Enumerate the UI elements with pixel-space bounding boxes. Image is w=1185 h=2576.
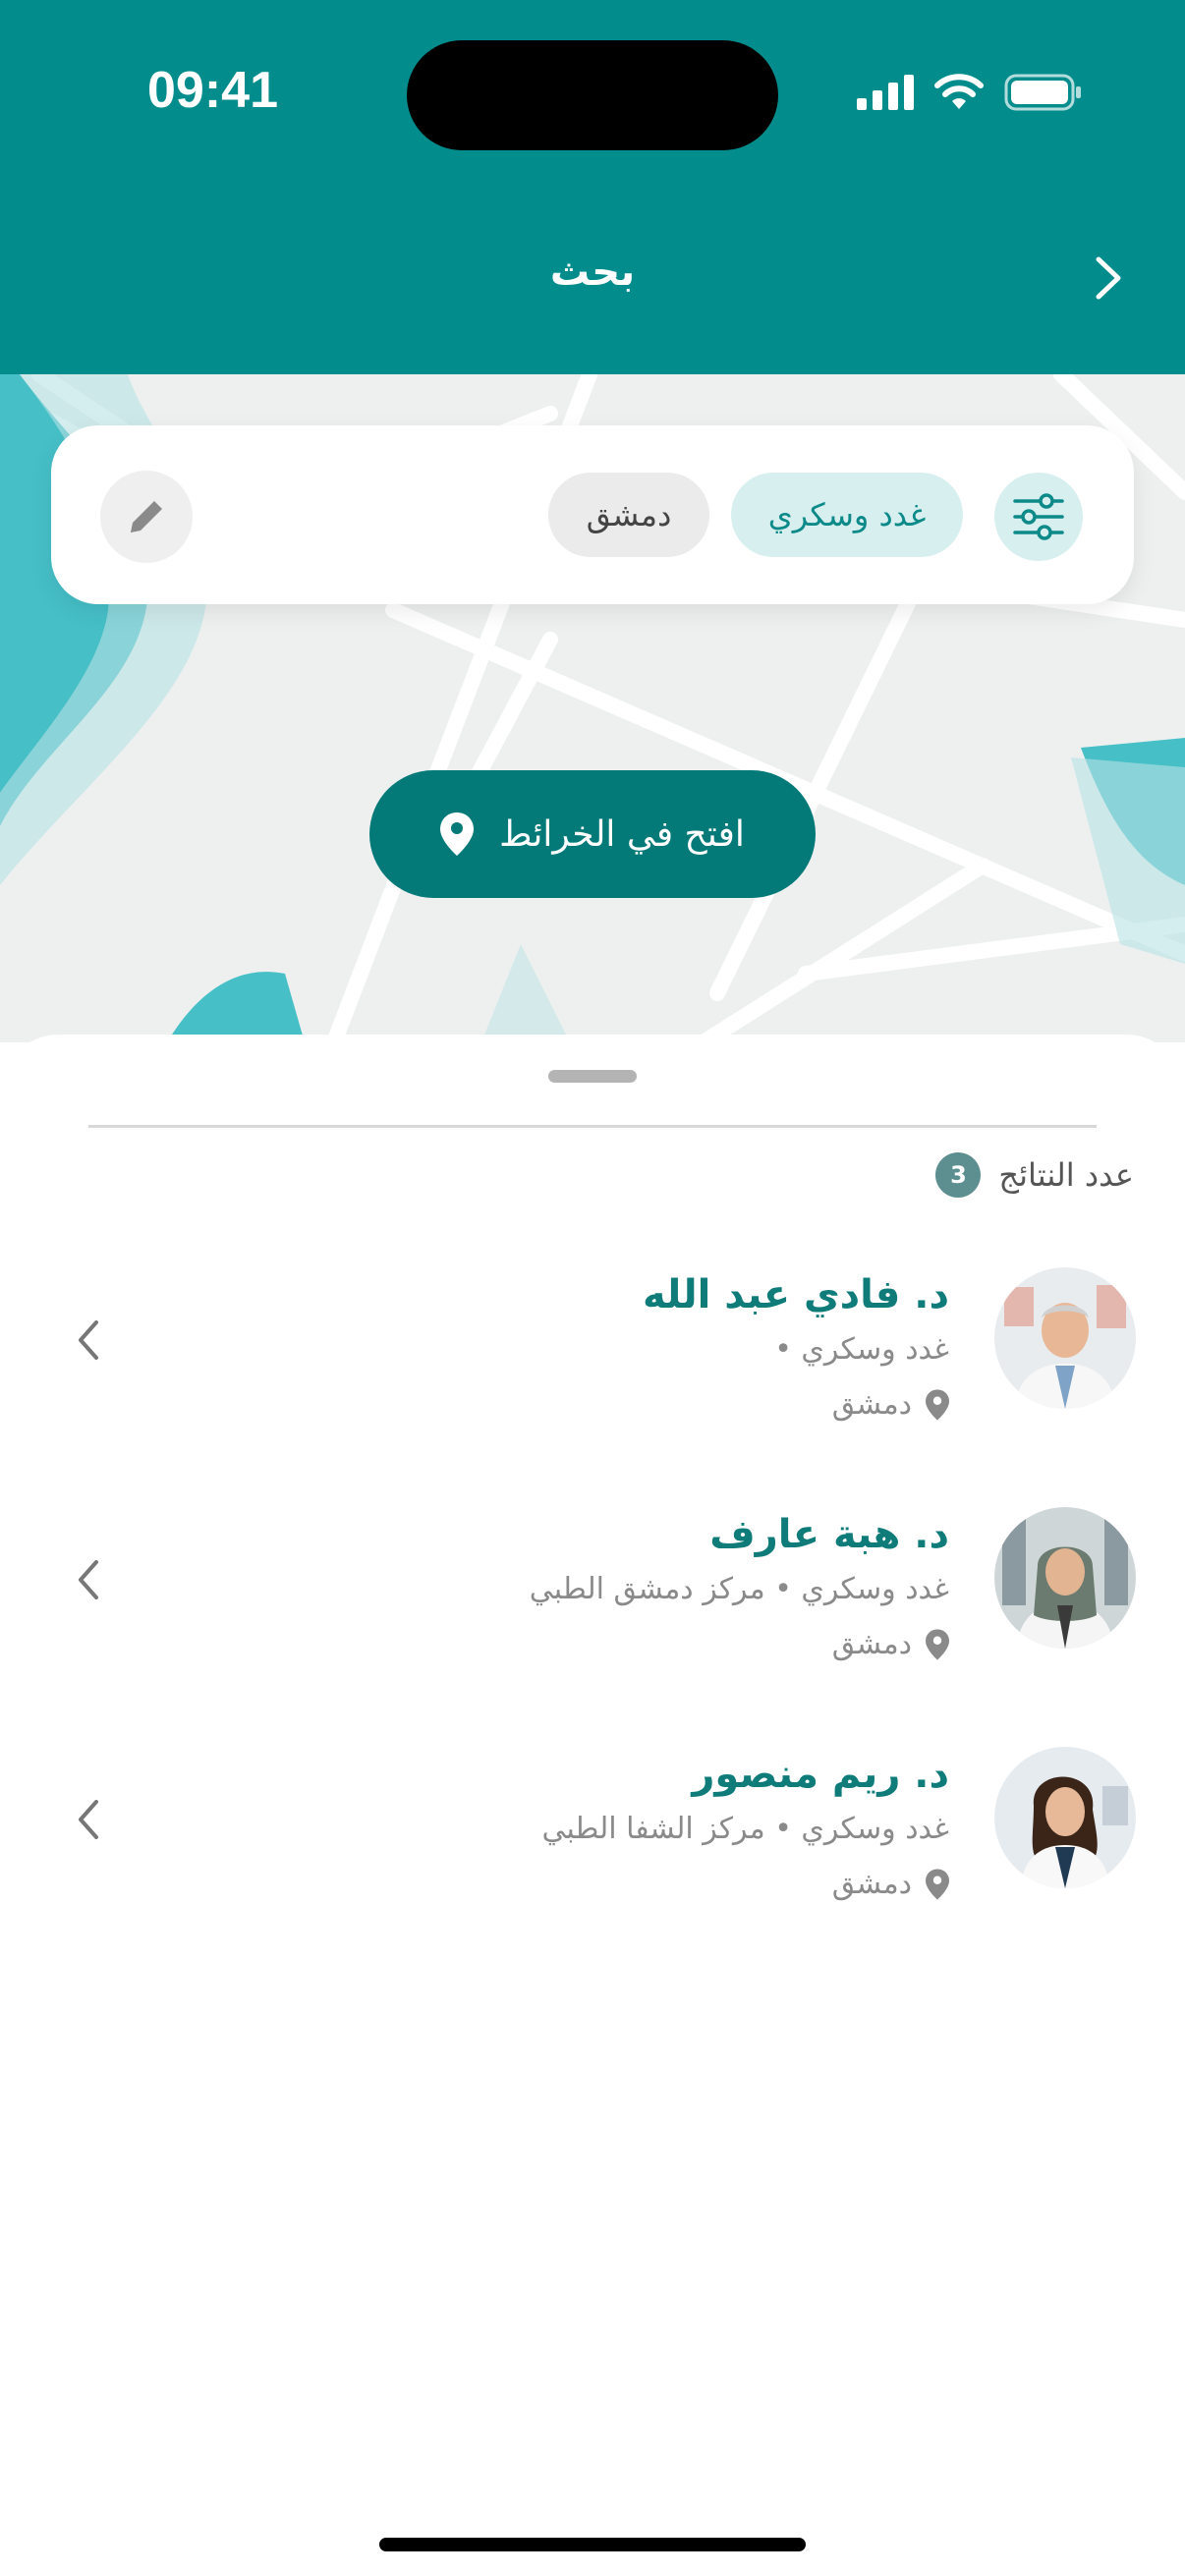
- doctor-location: دمشق: [643, 1377, 949, 1432]
- specialty-chip[interactable]: غدد وسكري: [731, 473, 963, 557]
- doctor-city: دمشق: [831, 1867, 912, 1901]
- dynamic-island: [407, 40, 778, 150]
- doctor-info: د. ريم منصور غدد وسكري • مركز الشفا الطب…: [541, 1747, 949, 1912]
- doctor-specialty: غدد وسكري • مركز دمشق الطبي: [529, 1572, 949, 1606]
- app-header: 09:41 بحث: [0, 0, 1185, 374]
- doctor-name: د. هبة عارف: [709, 1512, 949, 1557]
- doctor-location: دمشق: [541, 1857, 949, 1912]
- status-icons: [857, 73, 1083, 112]
- results-sheet: عدد النتائج 3 د. فادي عبد الله غدد وسكري…: [0, 1035, 1185, 2576]
- doctor-list-item[interactable]: د. ريم منصور غدد وسكري • مركز الشفا الطب…: [0, 1747, 1185, 1943]
- status-time: 09:41: [147, 62, 278, 119]
- back-chevron-icon[interactable]: [1089, 253, 1128, 303]
- open-in-maps-button[interactable]: افتح في الخرائط: [369, 770, 816, 898]
- location-pin-icon: [926, 1869, 949, 1900]
- chevron-left-icon: [79, 1560, 98, 1599]
- doctor-city: دمشق: [831, 1387, 912, 1422]
- battery-icon: [1004, 74, 1081, 111]
- doctor-specialty: غدد وسكري •: [774, 1332, 949, 1367]
- search-filter-card: غدد وسكري دمشق: [51, 425, 1134, 604]
- doctor-avatar: [994, 1267, 1136, 1409]
- page-title: بحث: [549, 250, 636, 295]
- results-count-badge: 3: [935, 1152, 982, 1198]
- city-chip[interactable]: دمشق: [548, 473, 709, 557]
- open-in-maps-label: افتح في الخرائط: [499, 813, 745, 855]
- filter-button[interactable]: [994, 473, 1083, 561]
- doctor-specialty: غدد وسكري • مركز الشفا الطبي: [541, 1812, 949, 1846]
- doctor-info: د. فادي عبد الله غدد وسكري • دمشق: [643, 1267, 949, 1432]
- chevron-left-icon: [79, 1800, 98, 1839]
- location-pin-icon: [926, 1389, 949, 1421]
- location-pin-icon: [440, 812, 475, 856]
- doctor-location: دمشق: [530, 1617, 949, 1672]
- doctor-avatar: [994, 1747, 1136, 1888]
- doctor-avatar: [994, 1507, 1136, 1649]
- doctor-list-item[interactable]: د. فادي عبد الله غدد وسكري • دمشق: [0, 1267, 1185, 1464]
- doctor-info: د. هبة عارف غدد وسكري • مركز دمشق الطبي …: [530, 1507, 949, 1672]
- doctor-city: دمشق: [831, 1627, 912, 1661]
- doctor-name: د. ريم منصور: [692, 1752, 949, 1797]
- sliders-icon: [1013, 493, 1064, 540]
- chevron-left-icon: [79, 1320, 98, 1360]
- wifi-icon: [934, 74, 984, 109]
- doctor-list-item[interactable]: د. هبة عارف غدد وسكري • مركز دمشق الطبي …: [0, 1507, 1185, 1704]
- divider: [88, 1125, 1097, 1128]
- location-pin-icon: [926, 1629, 949, 1660]
- signal-icon: [857, 75, 914, 110]
- edit-search-button[interactable]: [100, 471, 193, 563]
- doctor-name: د. فادي عبد الله: [643, 1272, 949, 1317]
- results-count-label: عدد النتائج: [998, 1156, 1134, 1194]
- sheet-grabber[interactable]: [548, 1070, 637, 1083]
- home-indicator[interactable]: [379, 2538, 806, 2551]
- screen: 09:41 بحث غدد وسكري دمشق افتح في الخرائط…: [0, 0, 1185, 2576]
- pencil-icon: [131, 501, 162, 532]
- results-count-row: عدد النتائج 3: [935, 1152, 1134, 1198]
